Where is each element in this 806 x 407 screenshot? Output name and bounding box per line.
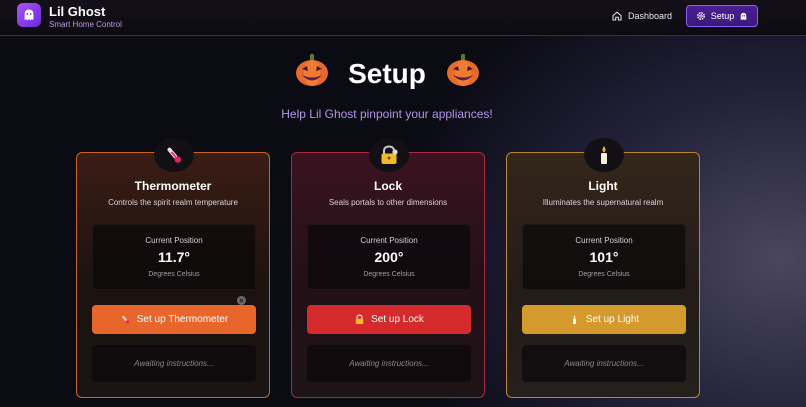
status-message: Awaiting instructions... <box>522 345 686 382</box>
pumpkin-icon <box>445 52 481 88</box>
nav-dashboard-link[interactable]: Dashboard <box>606 6 678 26</box>
card-description: Seals portals to other dimensions <box>328 198 448 207</box>
card-description: Controls the spirit realm temperature <box>108 198 238 207</box>
thermometer-card: Thermometer Controls the spirit realm te… <box>76 138 270 398</box>
card-title: Light <box>588 179 618 193</box>
page-subtitle: Help Lil Ghost pinpoint your appliances! <box>281 107 493 121</box>
position-value: 11.7° <box>157 249 191 265</box>
top-bar: Lil Ghost Smart Home Control Dashboard S… <box>0 0 806 36</box>
position-panel: Current Position 101° Degrees Celsius <box>522 224 686 290</box>
nav-setup-label: Setup <box>710 11 735 21</box>
light-card: Light Illuminates the supernatural realm… <box>506 138 700 398</box>
setup-button-label: Set up Light <box>585 314 640 325</box>
position-label: Current Position <box>145 236 203 245</box>
app-title: Lil Ghost <box>49 4 106 19</box>
position-panel: Current Position 200° Degrees Celsius <box>307 224 471 290</box>
position-value: 200° <box>374 249 404 265</box>
ghost-logo-icon <box>17 3 41 27</box>
close-icon[interactable] <box>237 296 246 305</box>
position-unit: Degrees Celsius <box>578 271 630 278</box>
candle-icon <box>572 315 576 324</box>
thermometer-icon <box>121 315 129 324</box>
position-unit: Degrees Celsius <box>363 271 415 278</box>
lock-card: Lock Seals portals to other dimensions C… <box>291 138 485 398</box>
status-message: Awaiting instructions... <box>307 345 471 382</box>
position-unit: Degrees Celsius <box>148 271 200 278</box>
page-title: Setup <box>348 58 426 89</box>
nav-setup-button[interactable]: Setup <box>686 5 758 27</box>
thermometer-icon <box>154 138 194 172</box>
card-title: Thermometer <box>134 179 212 193</box>
setup-button-label: Set up Lock <box>371 314 424 325</box>
card-description: Illuminates the supernatural realm <box>542 198 664 207</box>
card-title: Lock <box>373 179 402 193</box>
position-panel: Current Position 11.7° Degrees Celsius <box>92 224 256 290</box>
lock-icon <box>355 314 364 324</box>
home-icon <box>612 11 622 21</box>
position-value: 101° <box>589 249 619 265</box>
nav-dashboard-label: Dashboard <box>628 11 673 21</box>
setup-light-button[interactable]: Set up Light <box>522 305 686 334</box>
candle-icon <box>584 138 624 172</box>
status-message: Awaiting instructions... <box>92 345 256 382</box>
app-subtitle: Smart Home Control <box>49 20 122 29</box>
gear-icon <box>696 12 705 20</box>
setup-lock-button[interactable]: Set up Lock <box>307 305 471 334</box>
position-label: Current Position <box>360 236 418 245</box>
lock-icon <box>369 138 409 172</box>
setup-thermometer-button[interactable]: Set up Thermometer <box>92 305 256 334</box>
setup-button-label: Set up Thermometer <box>136 314 229 325</box>
ghost-icon <box>740 12 747 20</box>
position-label: Current Position <box>575 236 633 245</box>
